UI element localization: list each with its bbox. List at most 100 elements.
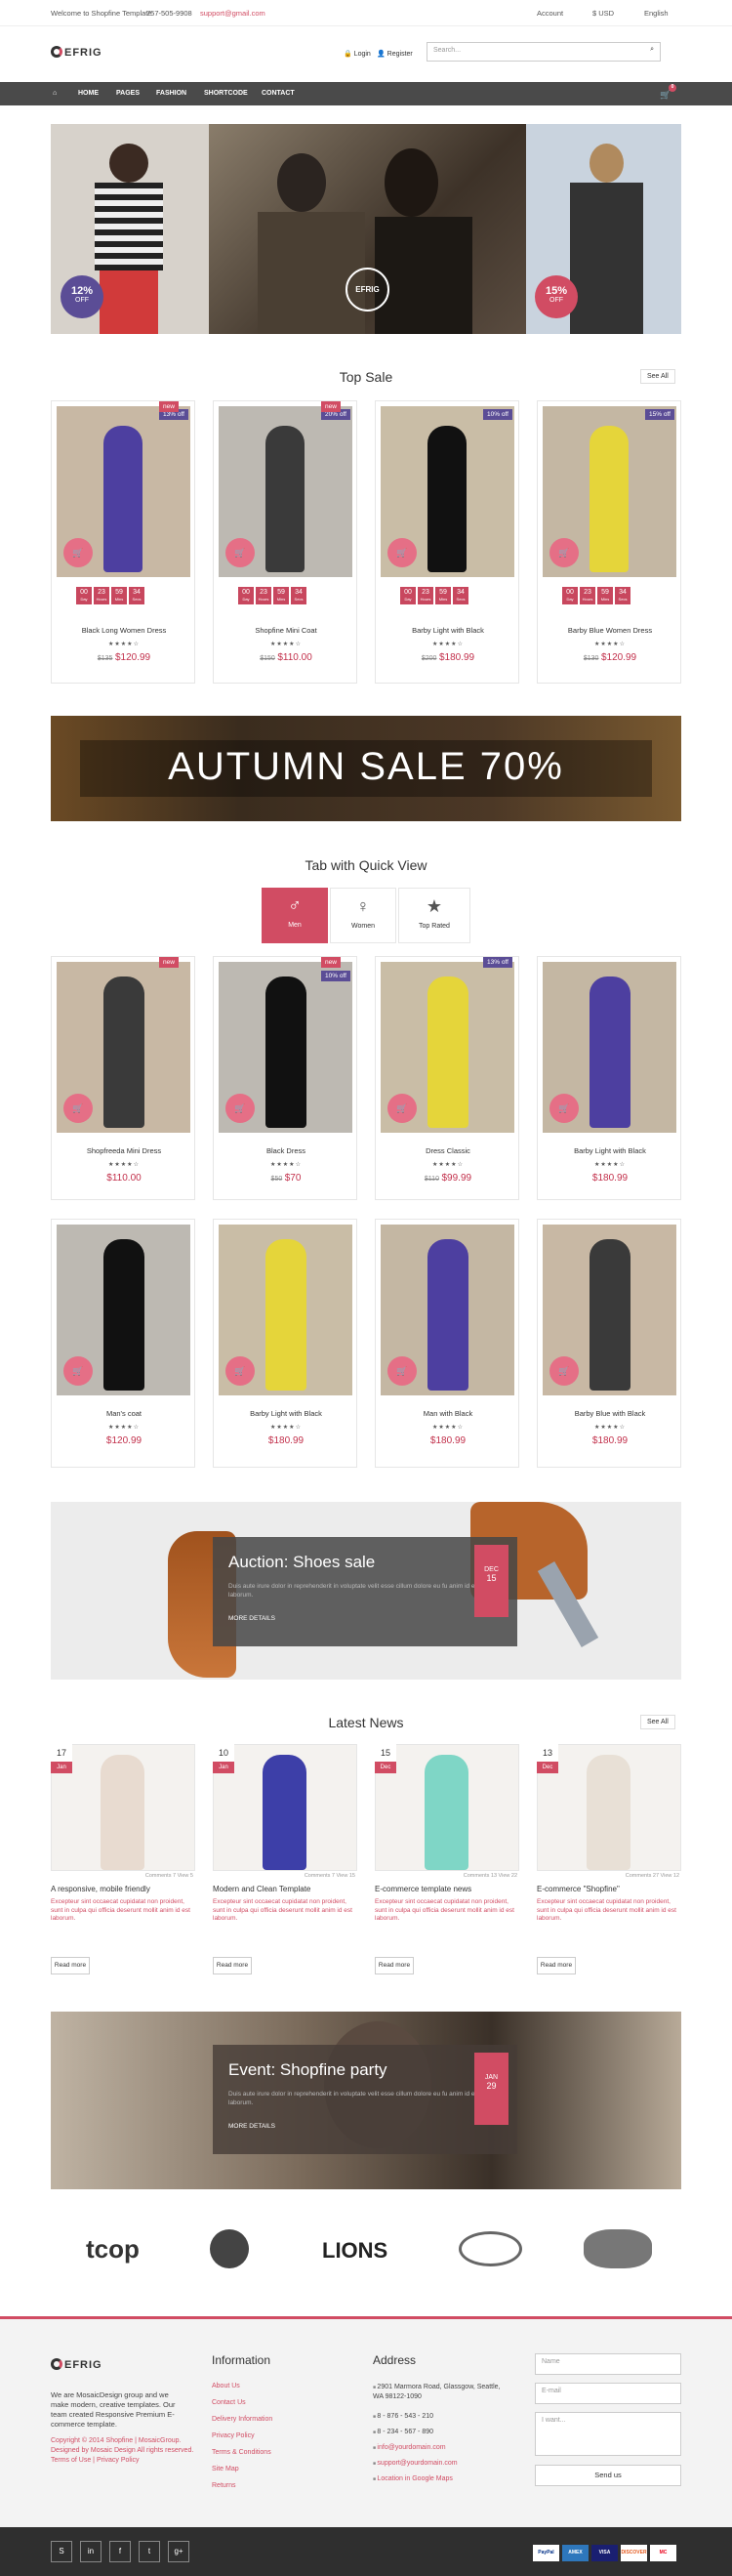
address-line[interactable]: ■ Location in Google Maps bbox=[373, 2474, 509, 2484]
address-line[interactable]: ■ support@yourdomain.com bbox=[373, 2459, 509, 2469]
tab-top-rated[interactable]: ★ Top Rated bbox=[398, 888, 470, 943]
discount-badge-left[interactable]: 12% OFF bbox=[61, 275, 103, 318]
hero-banner[interactable]: EFRIG 12% OFF 15% OFF bbox=[51, 124, 681, 334]
add-to-cart-icon[interactable]: 🛒 bbox=[549, 1356, 579, 1386]
currency-dropdown[interactable]: $ USD bbox=[592, 9, 614, 18]
add-to-cart-icon[interactable]: 🛒 bbox=[549, 538, 579, 567]
add-to-cart-icon[interactable]: 🛒 bbox=[387, 1356, 417, 1386]
brand-logo-tcop[interactable]: tcop bbox=[86, 2234, 140, 2264]
tab-product-card[interactable]: 🛒 Man's coat ★★★★☆ $120.99 bbox=[51, 1219, 195, 1468]
footer-logo[interactable]: EFRIG bbox=[51, 2358, 109, 2374]
read-more-button[interactable]: Read more bbox=[375, 1957, 414, 1974]
top-sale-card[interactable]: 10% off 🛒 00 Day 23 Hours 59 Mins 34 Secs Barby Li… bbox=[375, 400, 519, 684]
product-name[interactable]: Black Dress bbox=[214, 1146, 358, 1155]
site-logo[interactable]: EFRIG bbox=[51, 46, 109, 62]
news-see-all[interactable]: See All bbox=[640, 1715, 675, 1729]
read-more-button[interactable]: Read more bbox=[537, 1957, 576, 1974]
news-title[interactable]: A responsive, mobile friendly bbox=[51, 1885, 195, 1893]
brand-logo-lions[interactable]: LIONS bbox=[322, 2238, 387, 2264]
send-button[interactable]: Send us bbox=[535, 2465, 681, 2486]
tab-product-card[interactable]: 13% off 🛒 Dress Classic ★★★★☆ $110 $99.99 bbox=[375, 956, 519, 1200]
news-card[interactable]: 13 Dec Comments 27 View 12 E-commerce "Shop… bbox=[537, 1744, 681, 1978]
add-to-cart-icon[interactable]: 🛒 bbox=[225, 1094, 255, 1123]
top-sale-card[interactable]: 20% off new 🛒 00 Day 23 Hours 59 Mins 34 Secs Shopf… bbox=[213, 400, 357, 684]
info-link[interactable]: Privacy Policy bbox=[212, 2432, 255, 2439]
product-name[interactable]: Black Long Women Dress bbox=[52, 626, 196, 635]
account-dropdown[interactable]: Account bbox=[537, 9, 563, 18]
info-link[interactable]: Returns bbox=[212, 2482, 236, 2489]
cart-icon[interactable]: 🛒 bbox=[660, 90, 671, 101]
add-to-cart-icon[interactable]: 🛒 bbox=[63, 1356, 93, 1386]
product-name[interactable]: Barby Blue Women Dress bbox=[538, 626, 682, 635]
tab-product-card[interactable]: new 10% off 🛒 Black Dress ★★★★☆ $50 $70 bbox=[213, 956, 357, 1200]
product-name[interactable]: Barby Light with Black bbox=[376, 626, 520, 635]
tab-product-card[interactable]: 🛒 Barby Light with Black ★★★★☆ $180.99 bbox=[537, 956, 681, 1200]
add-to-cart-icon[interactable]: 🛒 bbox=[225, 1356, 255, 1386]
news-title[interactable]: E-commerce "Shopfine" bbox=[537, 1885, 681, 1893]
add-to-cart-icon[interactable]: 🛒 bbox=[63, 1094, 93, 1123]
autumn-sale-banner[interactable]: AUTUMN SALE 70% bbox=[51, 716, 681, 821]
nav-home[interactable]: HOME bbox=[78, 90, 99, 97]
footer-email-input[interactable]: E-mail bbox=[535, 2383, 681, 2404]
tab-product-card[interactable]: new 🛒 Shopfreeda Mini Dress ★★★★☆ $110.00 bbox=[51, 956, 195, 1200]
tab-product-card[interactable]: 🛒 Barby Blue with Black ★★★★☆ $180.99 bbox=[537, 1219, 681, 1468]
auction-more-link[interactable]: MORE DETAILS bbox=[228, 1615, 275, 1622]
login-link[interactable]: 🔒 Login bbox=[344, 50, 371, 58]
event-more-link[interactable]: MORE DETAILS bbox=[228, 2123, 275, 2130]
news-card[interactable]: 17 Jan Comments 7 View 5 A responsive, mobi… bbox=[51, 1744, 195, 1978]
discount-badge-right[interactable]: 15% OFF bbox=[535, 275, 578, 318]
news-image[interactable] bbox=[213, 1744, 357, 1871]
news-image[interactable] bbox=[375, 1744, 519, 1871]
news-image[interactable] bbox=[51, 1744, 195, 1871]
product-name[interactable]: Barby Light with Black bbox=[538, 1146, 682, 1155]
twitter-icon[interactable]: t bbox=[139, 2541, 160, 2562]
add-to-cart-icon[interactable]: 🛒 bbox=[549, 1094, 579, 1123]
language-dropdown[interactable]: English bbox=[644, 9, 669, 18]
search-input[interactable]: Search... ⌕ bbox=[427, 42, 661, 62]
top-sale-see-all[interactable]: See All bbox=[640, 369, 675, 384]
brand-logo-v[interactable] bbox=[584, 2229, 652, 2268]
linkedin-icon[interactable]: in bbox=[80, 2541, 102, 2562]
tab-product-card[interactable]: 🛒 Man with Black ★★★★☆ $180.99 bbox=[375, 1219, 519, 1468]
product-name[interactable]: Dress Classic bbox=[376, 1146, 520, 1155]
top-sale-card[interactable]: 15% off 🛒 00 Day 23 Hours 59 Mins 34 Secs Barby Bl… bbox=[537, 400, 681, 684]
info-link[interactable]: Contact Us bbox=[212, 2399, 246, 2406]
email-link[interactable]: support@gmail.com bbox=[200, 9, 265, 18]
footer-name-input[interactable]: Name bbox=[535, 2353, 681, 2375]
nav-pages[interactable]: PAGES bbox=[116, 90, 140, 97]
product-name[interactable]: Barby Blue with Black bbox=[538, 1409, 682, 1418]
home-icon[interactable]: ⌂ bbox=[53, 90, 57, 97]
read-more-button[interactable]: Read more bbox=[51, 1957, 90, 1974]
footer-message-textarea[interactable]: I want... bbox=[535, 2412, 681, 2456]
product-name[interactable]: Man's coat bbox=[52, 1409, 196, 1418]
tab-men[interactable]: ♂ Men bbox=[262, 888, 328, 943]
info-link[interactable]: Terms & Conditions bbox=[212, 2449, 271, 2456]
news-card[interactable]: 15 Dec Comments 13 View 22 E-commerce templ… bbox=[375, 1744, 519, 1978]
product-name[interactable]: Barby Light with Black bbox=[214, 1409, 358, 1418]
news-card[interactable]: 10 Jan Comments 7 View 15 Modern and Clean … bbox=[213, 1744, 357, 1978]
register-link[interactable]: 👤 Register bbox=[377, 50, 413, 58]
brand-logo-bird[interactable] bbox=[459, 2231, 522, 2266]
info-link[interactable]: About Us bbox=[212, 2383, 240, 2389]
nav-fashion[interactable]: FASHION bbox=[156, 90, 186, 97]
news-image[interactable] bbox=[537, 1744, 681, 1871]
news-title[interactable]: E-commerce template news bbox=[375, 1885, 519, 1893]
info-link[interactable]: Delivery Information bbox=[212, 2416, 272, 2423]
read-more-button[interactable]: Read more bbox=[213, 1957, 252, 1974]
add-to-cart-icon[interactable]: 🛒 bbox=[63, 538, 93, 567]
nav-contact[interactable]: CONTACT bbox=[262, 90, 295, 97]
address-line[interactable]: ■ info@yourdomain.com bbox=[373, 2443, 509, 2453]
nav-shortcode[interactable]: SHORTCODE bbox=[204, 90, 248, 97]
info-link[interactable]: Site Map bbox=[212, 2466, 239, 2472]
google-plus-icon[interactable]: g+ bbox=[168, 2541, 189, 2562]
top-sale-card[interactable]: 13% off new 🛒 00 Day 23 Hours 59 Mins 34 Secs Black… bbox=[51, 400, 195, 684]
tab-product-card[interactable]: 🛒 Barby Light with Black ★★★★☆ $180.99 bbox=[213, 1219, 357, 1468]
add-to-cart-icon[interactable]: 🛒 bbox=[387, 538, 417, 567]
news-title[interactable]: Modern and Clean Template bbox=[213, 1885, 357, 1893]
skype-icon[interactable]: S bbox=[51, 2541, 72, 2562]
auction-banner[interactable]: Auction: Shoes sale Duis aute irure dolo… bbox=[51, 1502, 681, 1680]
facebook-icon[interactable]: f bbox=[109, 2541, 131, 2562]
product-name[interactable]: Man with Black bbox=[376, 1409, 520, 1418]
add-to-cart-icon[interactable]: 🛒 bbox=[387, 1094, 417, 1123]
brand-logo-elephant[interactable] bbox=[210, 2229, 249, 2268]
